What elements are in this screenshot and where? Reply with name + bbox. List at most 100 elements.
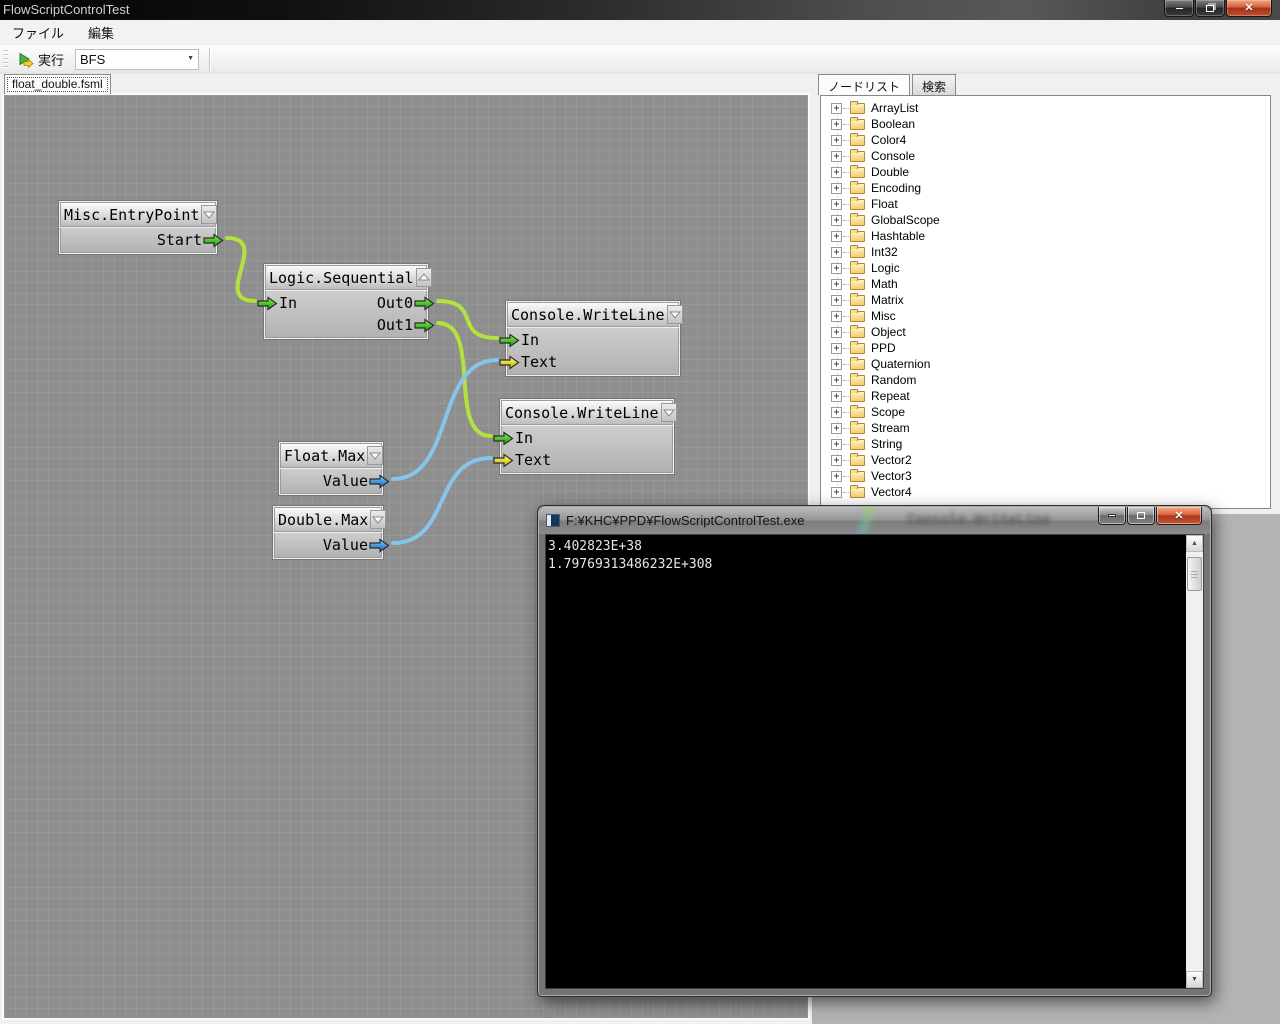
expand-icon[interactable]: +: [831, 119, 842, 130]
expand-icon[interactable]: +: [831, 279, 842, 290]
expand-icon[interactable]: +: [831, 359, 842, 370]
tab-float-double-fsml[interactable]: float_double.fsml: [4, 74, 111, 94]
expand-icon[interactable]: +: [831, 455, 842, 466]
output-port[interactable]: [369, 474, 390, 489]
expand-icon[interactable]: +: [831, 439, 842, 450]
tree-item-logic[interactable]: +Logic: [821, 260, 1270, 276]
expand-icon[interactable]: +: [831, 215, 842, 226]
input-port[interactable]: [493, 453, 514, 468]
expand-icon[interactable]: +: [831, 295, 842, 306]
toolbar-grip[interactable]: [3, 50, 8, 70]
close-button[interactable]: ✕: [1226, 0, 1272, 17]
output-port[interactable]: [369, 538, 390, 553]
tree-item-misc[interactable]: +Misc: [821, 308, 1270, 324]
tree-item-vector4[interactable]: +Vector4: [821, 484, 1270, 500]
scrollbar-thumb[interactable]: [1187, 557, 1202, 591]
scroll-up-button[interactable]: ▲: [1186, 535, 1203, 552]
tree-item-ppd[interactable]: +PPD: [821, 340, 1270, 356]
tree-item-boolean[interactable]: +Boolean: [821, 116, 1270, 132]
console-minimize-button[interactable]: [1098, 507, 1126, 525]
window-titlebar[interactable]: FlowScriptControlTest ✕: [0, 0, 1280, 20]
node-tree[interactable]: +ArrayList+Boolean+Color4+Console+Double…: [820, 95, 1271, 509]
input-port[interactable]: [493, 431, 514, 446]
expand-icon[interactable]: +: [831, 231, 842, 242]
tree-item-quaternion[interactable]: +Quaternion: [821, 356, 1270, 372]
tree-item-encoding[interactable]: +Encoding: [821, 180, 1270, 196]
tree-item-object[interactable]: +Object: [821, 324, 1270, 340]
node-title[interactable]: Logic.Sequential: [265, 265, 427, 290]
expand-icon[interactable]: +: [831, 327, 842, 338]
run-button[interactable]: 実行: [12, 48, 69, 71]
expand-icon[interactable]: +: [831, 263, 842, 274]
output-port[interactable]: [203, 233, 224, 248]
flow-node-fmax[interactable]: Float.Max Value: [278, 441, 384, 496]
expand-icon[interactable]: +: [831, 423, 842, 434]
expand-icon[interactable]: +: [831, 183, 842, 194]
expand-icon[interactable]: +: [831, 103, 842, 114]
expand-icon[interactable]: +: [831, 311, 842, 322]
expand-icon[interactable]: +: [831, 151, 842, 162]
restore-button[interactable]: [1195, 0, 1225, 17]
tree-item-vector3[interactable]: +Vector3: [821, 468, 1270, 484]
tree-item-string[interactable]: +String: [821, 436, 1270, 452]
flow-node-entry[interactable]: Misc.EntryPoint Start: [58, 200, 218, 255]
tree-item-random[interactable]: +Random: [821, 372, 1270, 388]
collapse-button[interactable]: [667, 305, 683, 324]
tree-item-arraylist[interactable]: +ArrayList: [821, 100, 1270, 116]
node-title[interactable]: Console.WriteLine: [507, 302, 679, 327]
flow-node-wl1[interactable]: Console.WriteLine In Text: [505, 300, 681, 377]
expand-icon[interactable]: +: [831, 471, 842, 482]
collapse-button[interactable]: [661, 403, 677, 422]
node-title[interactable]: Misc.EntryPoint: [60, 202, 216, 227]
console-titlebar[interactable]: F:¥KHC¥PPD¥FlowScriptControlTest.exe Con…: [539, 507, 1210, 534]
tree-item-double[interactable]: +Double: [821, 164, 1270, 180]
output-port[interactable]: [414, 318, 435, 333]
expand-icon[interactable]: +: [831, 199, 842, 210]
tree-item-console[interactable]: +Console: [821, 148, 1270, 164]
tree-item-hashtable[interactable]: +Hashtable: [821, 228, 1270, 244]
expand-icon[interactable]: +: [831, 487, 842, 498]
search-mode-combobox[interactable]: BFS ▼: [75, 49, 199, 70]
expand-icon[interactable]: +: [831, 391, 842, 402]
tab-node-list[interactable]: ノードリスト: [818, 74, 910, 95]
menu-item-edit[interactable]: 編集: [76, 20, 126, 45]
input-port[interactable]: [499, 355, 520, 370]
node-title[interactable]: Console.WriteLine: [501, 400, 673, 425]
expand-icon[interactable]: +: [831, 167, 842, 178]
flow-node-dmax[interactable]: Double.Max Value: [272, 505, 384, 560]
console-scrollbar[interactable]: ▲ ▼: [1186, 535, 1203, 988]
expand-icon[interactable]: +: [831, 135, 842, 146]
tree-item-vector2[interactable]: +Vector2: [821, 452, 1270, 468]
input-port[interactable]: [499, 333, 520, 348]
input-port[interactable]: [257, 296, 278, 311]
tree-item-int32[interactable]: +Int32: [821, 244, 1270, 260]
expand-icon[interactable]: +: [831, 247, 842, 258]
flow-node-seq[interactable]: Logic.Sequential InOut0 Out1: [263, 263, 429, 340]
expand-icon[interactable]: +: [831, 375, 842, 386]
collapse-button[interactable]: [367, 446, 383, 465]
menu-item-file[interactable]: ファイル: [0, 20, 76, 45]
tree-item-matrix[interactable]: +Matrix: [821, 292, 1270, 308]
tree-item-stream[interactable]: +Stream: [821, 420, 1270, 436]
scroll-down-button[interactable]: ▼: [1186, 971, 1203, 988]
tree-item-float[interactable]: +Float: [821, 196, 1270, 212]
console-maximize-button[interactable]: [1127, 507, 1155, 525]
node-title[interactable]: Double.Max: [274, 507, 382, 532]
flow-node-wl2[interactable]: Console.WriteLine In Text: [499, 398, 675, 475]
tree-item-color4[interactable]: +Color4: [821, 132, 1270, 148]
node-title[interactable]: Float.Max: [280, 443, 382, 468]
expand-icon[interactable]: +: [831, 343, 842, 354]
collapse-button[interactable]: [416, 268, 432, 287]
output-port[interactable]: [414, 296, 435, 311]
console-close-button[interactable]: ✕: [1156, 507, 1202, 525]
tree-item-math[interactable]: +Math: [821, 276, 1270, 292]
minimize-button[interactable]: [1164, 0, 1194, 17]
tree-item-repeat[interactable]: +Repeat: [821, 388, 1270, 404]
tree-item-scope[interactable]: +Scope: [821, 404, 1270, 420]
console-window[interactable]: F:¥KHC¥PPD¥FlowScriptControlTest.exe Con…: [537, 505, 1212, 997]
expand-icon[interactable]: +: [831, 407, 842, 418]
collapse-button[interactable]: [201, 205, 217, 224]
tab-search[interactable]: 検索: [912, 74, 956, 95]
tree-item-globalscope[interactable]: +GlobalScope: [821, 212, 1270, 228]
collapse-button[interactable]: [370, 510, 386, 529]
